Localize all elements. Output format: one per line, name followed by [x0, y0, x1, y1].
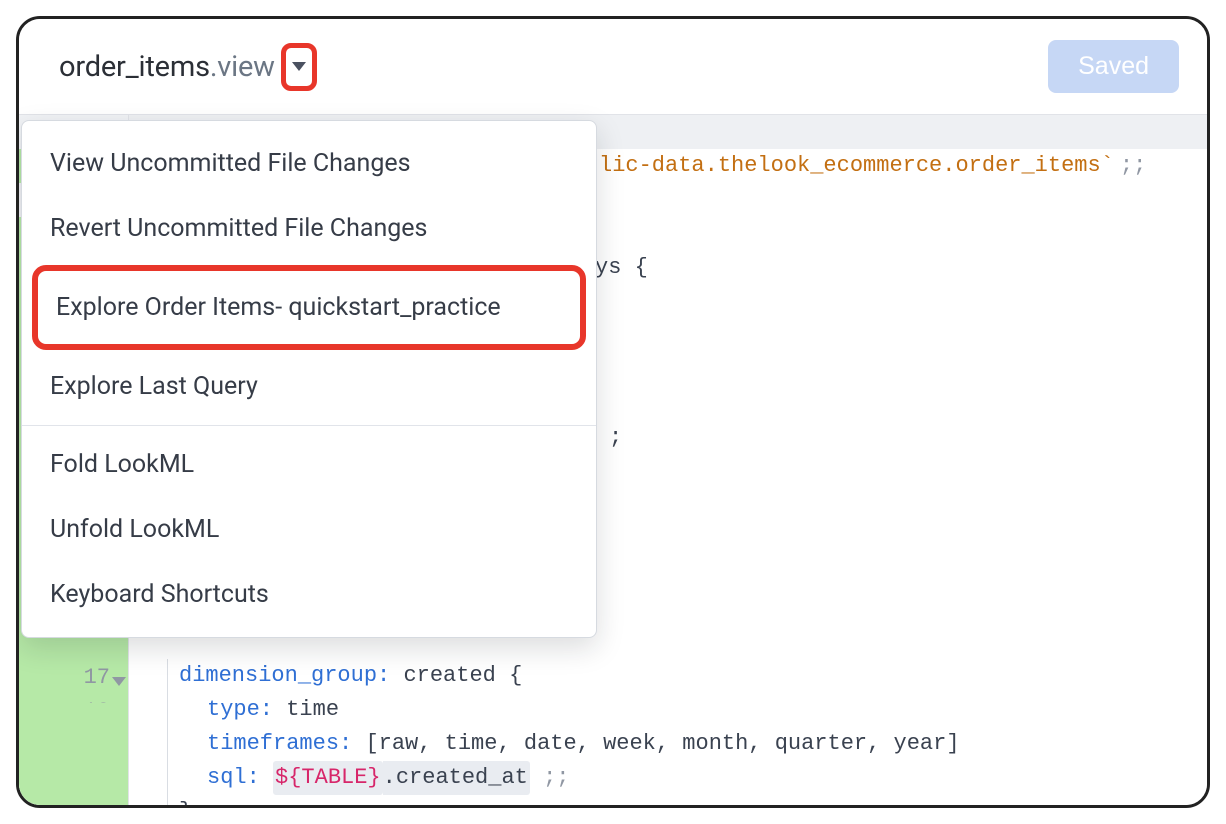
file-stem: order_items — [59, 50, 210, 84]
code-line: ; — [549, 387, 1207, 421]
menu-item-view-changes[interactable]: View Uncommitted File Changes — [22, 131, 596, 196]
file-context-menu: View Uncommitted File Changes Revert Unc… — [21, 120, 597, 638]
code-line: type: time — [207, 693, 1207, 727]
code-line: dimension_group: created { — [179, 659, 1207, 693]
code-line: timeframes: [raw, time, date, week, mont… — [207, 727, 1207, 761]
menu-item-revert-changes[interactable]: Revert Uncommitted File Changes — [22, 196, 596, 261]
line-number: 17 — [84, 665, 110, 690]
app-window: order_items.view Saved 17 18 19 20 21 — [16, 16, 1210, 808]
code-line: sql: ${TABLE}.created_at ;; — [207, 761, 1207, 795]
fold-icon[interactable] — [112, 677, 126, 686]
file-menu-trigger[interactable] — [281, 43, 317, 91]
menu-item-explore-last-query[interactable]: Explore Last Query — [22, 354, 596, 419]
menu-item-unfold-lookml[interactable]: Unfold LookML — [22, 497, 596, 562]
menu-item-keyboard-shortcuts[interactable]: Keyboard Shortcuts — [22, 562, 596, 627]
menu-item-fold-lookml[interactable]: Fold LookML — [22, 432, 596, 497]
caret-down-icon — [292, 62, 306, 71]
header-bar: order_items.view Saved — [19, 19, 1207, 115]
code-line: } — [179, 795, 1207, 808]
code-line: lic-data.thelook_ecommerce.order_items` … — [599, 149, 1207, 183]
code-line: ed_days { — [529, 251, 1207, 285]
file-title-wrap: order_items.view — [59, 43, 317, 91]
file-title: order_items.view — [59, 50, 275, 84]
menu-divider — [22, 425, 596, 426]
code-line: ; — [609, 421, 1207, 455]
file-ext: .view — [210, 50, 275, 84]
saved-button[interactable]: Saved — [1048, 40, 1179, 93]
menu-item-explore-order-items[interactable]: Explore Order Items- quickstart_practice — [32, 265, 586, 350]
